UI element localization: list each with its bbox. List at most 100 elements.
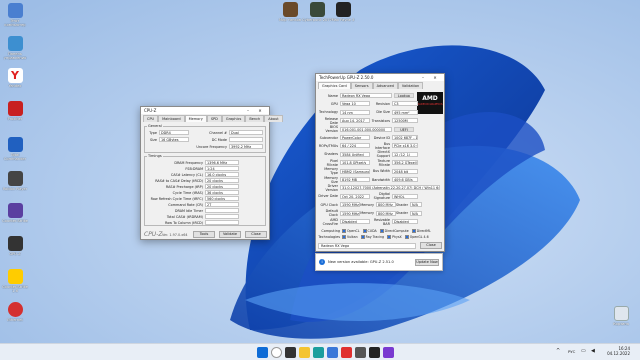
chevron-up-icon[interactable]: ^ — [556, 348, 560, 354]
close-icon[interactable]: ✕ — [429, 75, 441, 80]
general-group: General Type DDR4 Size 16 GBytes Channel #… — [144, 124, 266, 153]
timing-row: DRAM Idle Timer — [145, 208, 239, 213]
start-icon[interactable] — [257, 347, 268, 358]
store-icon[interactable] — [327, 347, 338, 358]
desktop-icon-roblox[interactable]: Roblox Player — [0, 171, 30, 191]
field-value: 800 MHz — [376, 202, 396, 208]
field-label: Device ID — [373, 135, 390, 140]
timing-row: CAS# Latency (CL) 16.0 clocks — [145, 172, 239, 177]
timing-value: 16.0 clocks — [205, 172, 239, 177]
timing-row: Command Rate (CR) 2T — [145, 202, 239, 207]
checkbox-icon[interactable] — [342, 234, 346, 239]
desktop-icon-proxifier[interactable]: Proxifier — [0, 101, 30, 121]
search-icon[interactable] — [271, 347, 282, 358]
desktop-icon-label: Этот компьютер — [4, 19, 26, 28]
language-indicator[interactable]: РУС — [568, 349, 575, 354]
desktop-icon-recycle-bin[interactable]: Корзина — [606, 306, 636, 326]
dcmode-row: DC Mode — [193, 137, 263, 142]
update-now-button[interactable]: Update Now — [415, 258, 439, 266]
tab-sensors[interactable]: Sensors — [350, 82, 373, 89]
roblox-icon — [7, 171, 23, 186]
timing-value: 1:24 — [205, 166, 239, 171]
field-value: 016.001.001.000.000000 — [340, 126, 392, 132]
close-button[interactable]: Close — [420, 242, 442, 249]
checkbox-icon[interactable] — [379, 228, 384, 233]
checkbox-icon[interactable] — [362, 228, 367, 233]
timing-label: Command Rate (CR) — [168, 202, 203, 207]
field-value: 12500M — [392, 118, 418, 124]
tab-bench[interactable]: Bench — [245, 115, 265, 122]
clock[interactable]: 16:24 04.12.2022 — [600, 346, 630, 356]
tools-button[interactable]: Tools — [193, 231, 215, 238]
checkbox-item[interactable]: CUDA — [362, 228, 377, 233]
timing-row: DRAM Frequency 1396.6 MHz — [145, 160, 239, 165]
field-label: Uncore Frequency — [196, 144, 227, 149]
tab-spd[interactable]: SPD — [206, 115, 222, 122]
gpuz-taskbar-icon[interactable] — [369, 347, 380, 358]
card-select[interactable]: Radeon RX Vega — [318, 243, 416, 249]
type-value: DDR4 — [159, 130, 189, 135]
checkbox-item[interactable]: Ray Tracing — [360, 234, 385, 239]
desktop-icon-ethernet[interactable]: Ethernet — [0, 302, 30, 322]
checkbox-item[interactable]: OpenGL 4.6 — [404, 234, 429, 239]
group-label: Timings — [147, 154, 163, 158]
minimize-icon[interactable]: – — [417, 75, 429, 80]
tab-graphics[interactable]: Graphics — [221, 115, 246, 122]
tab-advanced[interactable]: Advanced — [372, 82, 398, 89]
desktop-icon-label: Proxifier — [7, 117, 23, 121]
task-view-icon[interactable] — [285, 347, 296, 358]
gpu-info-row: Subvendor PowerColor Device ID 1002 687F - … — [318, 135, 418, 140]
checkbox-icon[interactable] — [411, 228, 416, 233]
desktop-icon-total-commander[interactable]: Total Commander — [0, 137, 30, 162]
cpuz-titlebar[interactable]: CPU-Z – ✕ — [141, 107, 269, 114]
checkbox-item[interactable]: PhysX — [387, 234, 402, 239]
desktop-icon-label: Yandex — [8, 84, 22, 88]
field-label: Memory — [360, 202, 374, 207]
checkbox-item[interactable]: OpenCL — [342, 228, 360, 233]
checkbox-label: Ray Tracing — [365, 234, 385, 239]
desktop-icon-gpuz[interactable]: GPU-Z — [0, 236, 30, 256]
amd-radeon-logo: AMD RADEON GRAPHICS — [417, 92, 443, 114]
field-value: 8192 MB — [340, 177, 370, 182]
close-button[interactable]: Close — [245, 231, 267, 238]
desktop-icon-max-payne[interactable]: Max Payne 3 — [328, 2, 358, 22]
tab-about[interactable]: About — [264, 115, 283, 122]
app-taskbar-icon[interactable] — [383, 347, 394, 358]
yandex-browser-icon[interactable] — [341, 347, 352, 358]
gpuz-window: TechPowerUp GPU-Z 2.50.0 – ✕ Graphics Card… — [315, 73, 445, 252]
tab-cpu[interactable]: CPU — [143, 115, 159, 122]
field-value: Oct 20, 2022 — [340, 193, 370, 199]
tab-graphics-card[interactable]: Graphics Card — [318, 82, 351, 89]
desktop-icon-this-pc[interactable]: Этот компьютер — [0, 3, 30, 28]
gpuz-titlebar[interactable]: TechPowerUp GPU-Z 2.50.0 – ✕ — [316, 74, 444, 81]
close-icon[interactable]: ✕ — [254, 108, 266, 113]
minimize-icon[interactable]: – — [242, 108, 254, 113]
lookup-button[interactable]: UEFI — [394, 126, 414, 132]
desktop-icon-control-panel[interactable]: Панель управления — [0, 36, 30, 61]
desktop-icon-cs16[interactable]: Counter-Strike 1.6 — [0, 269, 30, 294]
network-icon[interactable]: ▭ — [581, 348, 586, 354]
tab-memory[interactable]: Memory — [184, 115, 207, 122]
validate-button[interactable]: Validate — [219, 231, 241, 238]
checkbox-icon[interactable] — [342, 228, 346, 233]
timing-value: 2T — [205, 202, 239, 207]
checkbox-item[interactable]: Vulkan — [342, 234, 358, 239]
field-label: Technologies — [318, 234, 340, 239]
checkbox-item[interactable]: DirectCompute — [379, 228, 409, 233]
channel-row: Channel # Dual — [193, 130, 263, 135]
checkbox-item[interactable]: DirectML — [411, 228, 431, 233]
desktop-icon-yandex[interactable]: Y Yandex — [0, 68, 30, 88]
cpuz-taskbar-icon[interactable] — [355, 347, 366, 358]
tab-mainboard[interactable]: Mainboard — [158, 115, 185, 122]
checkbox-icon[interactable] — [387, 234, 392, 239]
lookup-button[interactable]: Lookup — [394, 93, 414, 98]
edge-icon[interactable] — [313, 347, 324, 358]
volume-icon[interactable]: ◀ — [591, 348, 595, 354]
checkbox-icon[interactable] — [404, 234, 409, 239]
timing-label: CAS# Latency (CL) — [170, 172, 203, 177]
desktop-icon-counter-strike[interactable]: Counter-Strike — [0, 203, 30, 223]
checkbox-icon[interactable] — [360, 234, 365, 239]
tab-validation[interactable]: Validation — [397, 82, 424, 89]
desktop-icon-world-of-tanks[interactable]: Мир танков — [275, 2, 305, 22]
file-explorer-icon[interactable] — [299, 347, 310, 358]
